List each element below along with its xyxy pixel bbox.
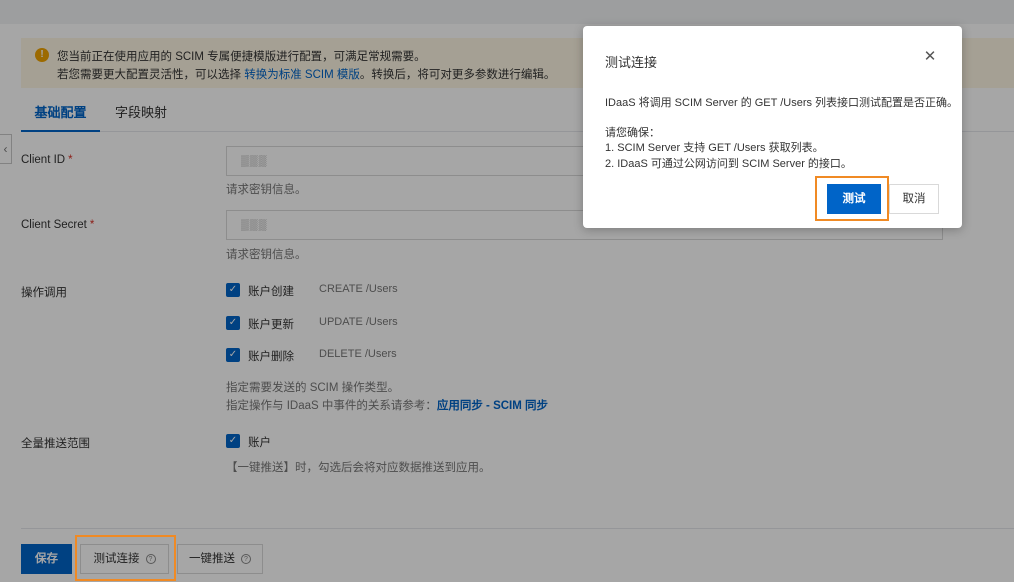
test-connection-dialog: 测试连接 ✕ IDaaS 将调用 SCIM Server 的 GET /User… xyxy=(583,26,962,228)
close-icon[interactable]: ✕ xyxy=(921,48,939,66)
dialog-ensure-item-1: 1. SCIM Server 支持 GET /Users 获取列表。 xyxy=(605,142,824,154)
dialog-ensure-label: 请您确保： xyxy=(605,127,660,139)
dialog-ensure-item-2: 2. IDaaS 可通过公网访问到 SCIM Server 的接口。 xyxy=(605,158,852,170)
test-connection-highlight xyxy=(75,535,176,581)
dialog-description: IDaaS 将调用 SCIM Server 的 GET /Users 列表接口测… xyxy=(605,97,959,109)
dialog-title: 测试连接 xyxy=(605,55,658,70)
dialog-cancel-button[interactable]: 取消 xyxy=(889,184,939,214)
dialog-test-highlight xyxy=(815,176,889,221)
